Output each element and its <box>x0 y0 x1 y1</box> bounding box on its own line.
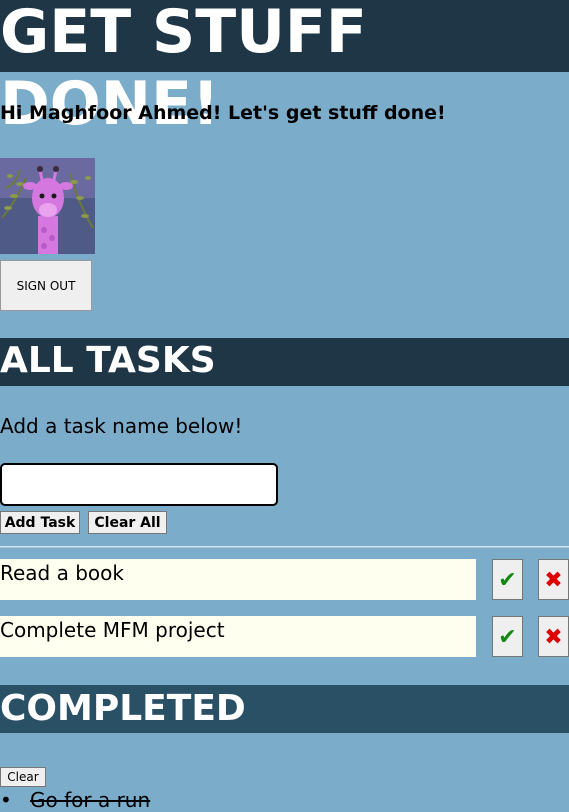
completed-list: • Go for a run <box>0 788 150 812</box>
clear-completed-button[interactable]: Clear <box>0 767 46 787</box>
app-title-banner: GET STUFF DONE! <box>0 0 569 139</box>
sign-out-button[interactable]: SIGN OUT <box>0 260 92 311</box>
all-tasks-heading-bar: ALL TASKS <box>0 338 569 386</box>
completed-item-label: Go for a run <box>30 788 151 812</box>
x-icon: ✖ <box>544 568 563 593</box>
clear-all-button[interactable]: Clear All <box>88 511 167 534</box>
add-task-hint: Add a task name below! <box>0 414 243 438</box>
user-avatar <box>0 158 95 254</box>
complete-task-button[interactable]: ✔ <box>492 559 523 600</box>
greeting-text: Hi Maghfoor Ahmed! Let's get stuff done! <box>0 102 446 124</box>
task-name-input[interactable] <box>0 463 278 506</box>
add-task-button[interactable]: Add Task <box>0 511 80 534</box>
check-icon: ✔ <box>498 568 517 593</box>
completed-item[interactable]: • Go for a run <box>0 788 150 812</box>
complete-task-button[interactable]: ✔ <box>492 616 523 657</box>
all-tasks-heading: ALL TASKS <box>0 340 216 381</box>
bullet-icon: • <box>0 788 12 812</box>
divider <box>0 546 569 548</box>
task-row: Read a book ✔ ✖ <box>0 559 569 601</box>
task-row: Complete MFM project ✔ ✖ <box>0 616 569 658</box>
delete-task-button[interactable]: ✖ <box>538 559 569 600</box>
completed-heading: COMPLETED <box>0 688 246 729</box>
task-label: Read a book <box>0 559 476 600</box>
completed-heading-bar: COMPLETED <box>0 685 569 733</box>
delete-task-button[interactable]: ✖ <box>538 616 569 657</box>
check-icon: ✔ <box>498 625 517 650</box>
x-icon: ✖ <box>544 625 563 650</box>
task-label: Complete MFM project <box>0 616 476 657</box>
